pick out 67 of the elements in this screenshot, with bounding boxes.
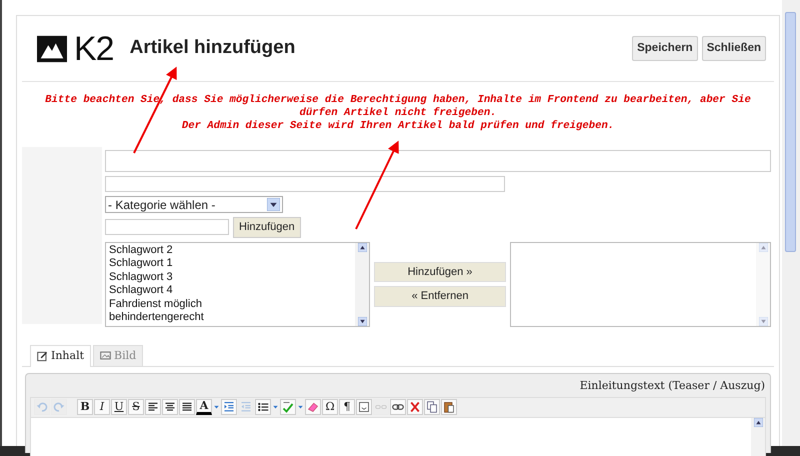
- strikethrough-button[interactable]: S: [128, 399, 144, 415]
- align-center-icon: [164, 401, 176, 413]
- eraser-icon: [307, 401, 319, 413]
- indent-icon: [223, 401, 235, 413]
- chain-link-icon: [392, 401, 404, 413]
- editor-heading: Einleitungstext (Teaser / Auszug): [578, 378, 766, 394]
- list-item[interactable]: Schlagwort 3: [109, 270, 352, 284]
- remove-button[interactable]: « Entfernen: [374, 286, 506, 306]
- logo-text: K2: [74, 32, 114, 66]
- redo-icon: [53, 401, 65, 413]
- list-item[interactable]: Fahrdienst möglich: [109, 298, 352, 312]
- template-button[interactable]: [356, 399, 372, 415]
- justify-button[interactable]: [179, 399, 195, 415]
- chain-link-button[interactable]: [390, 399, 406, 415]
- paste-button[interactable]: [441, 399, 457, 415]
- notice-text: Der Admin dieser Seite wird Ihren Artikel bald prüfen und freigeben.: [180, 120, 616, 133]
- scroll-up-icon: [758, 242, 768, 252]
- italic-button[interactable]: I: [94, 399, 110, 415]
- outdent-icon: [240, 401, 252, 413]
- text-color-button[interactable]: A: [196, 399, 212, 415]
- align-left-button[interactable]: [145, 399, 161, 415]
- tag-list[interactable]: Schlagwort 2 Schlagwort 1 Schlagwort 3 Schlagwort 4 Fahrdienst möglich behindertengerecht: [105, 242, 370, 326]
- spellcheck-button[interactable]: [280, 399, 296, 415]
- title-field[interactable]: [105, 150, 772, 172]
- list-icon: [257, 401, 269, 413]
- tag-input[interactable]: [105, 219, 229, 236]
- template-icon: [358, 401, 370, 413]
- tab[interactable]: Inhalt: [30, 344, 92, 367]
- list-button[interactable]: [255, 399, 271, 415]
- scissors-icon: [409, 401, 421, 413]
- add-button[interactable]: Hinzufügen »: [374, 262, 506, 282]
- eraser-button[interactable]: [305, 399, 321, 415]
- scroll-down-icon: [358, 316, 366, 326]
- caret-icon: [272, 404, 279, 410]
- paste-icon: [443, 401, 455, 413]
- page-title: Artikel hinzufügen: [130, 37, 296, 60]
- symbol-button[interactable]: Ω: [322, 399, 338, 415]
- align-left-icon: [147, 401, 159, 413]
- caret-icon: [297, 404, 304, 410]
- scissors-button[interactable]: [407, 399, 423, 415]
- symbol-button[interactable]: ¶: [339, 399, 355, 415]
- pencil-icon: [37, 350, 48, 362]
- close-button[interactable]: Schließen: [702, 36, 766, 62]
- list-item[interactable]: Schlagwort 2: [109, 244, 352, 258]
- scroll-down-icon: [758, 316, 768, 326]
- mountain-logo-icon: [34, 34, 70, 64]
- bold-button[interactable]: B: [77, 399, 93, 415]
- spellcheck-icon: [282, 401, 294, 413]
- picture-icon: [100, 350, 112, 362]
- copy-icon: [426, 401, 438, 413]
- undo-icon: [36, 401, 48, 413]
- alias-field[interactable]: [105, 176, 505, 192]
- list-item[interactable]: behindertengerecht: [109, 311, 352, 326]
- indent-button[interactable]: [221, 399, 237, 415]
- list-item[interactable]: Schlagwort 1: [109, 257, 352, 271]
- dropdown-arrow-icon: [267, 198, 280, 211]
- caret-icon: [213, 404, 220, 410]
- category-select[interactable]: - Kategorie wählen -: [105, 196, 283, 213]
- scroll-up-icon: [358, 242, 366, 252]
- copy-button[interactable]: [424, 399, 440, 415]
- align-center-button[interactable]: [162, 399, 178, 415]
- scrollbar-thumb[interactable]: [785, 12, 796, 252]
- list-item[interactable]: Schlagwort 4: [109, 284, 352, 298]
- underline-button[interactable]: U: [111, 399, 127, 415]
- save-button[interactable]: Speichern: [632, 36, 698, 62]
- add-tag-button[interactable]: Hinzufügen: [233, 217, 301, 238]
- justify-icon: [181, 401, 193, 413]
